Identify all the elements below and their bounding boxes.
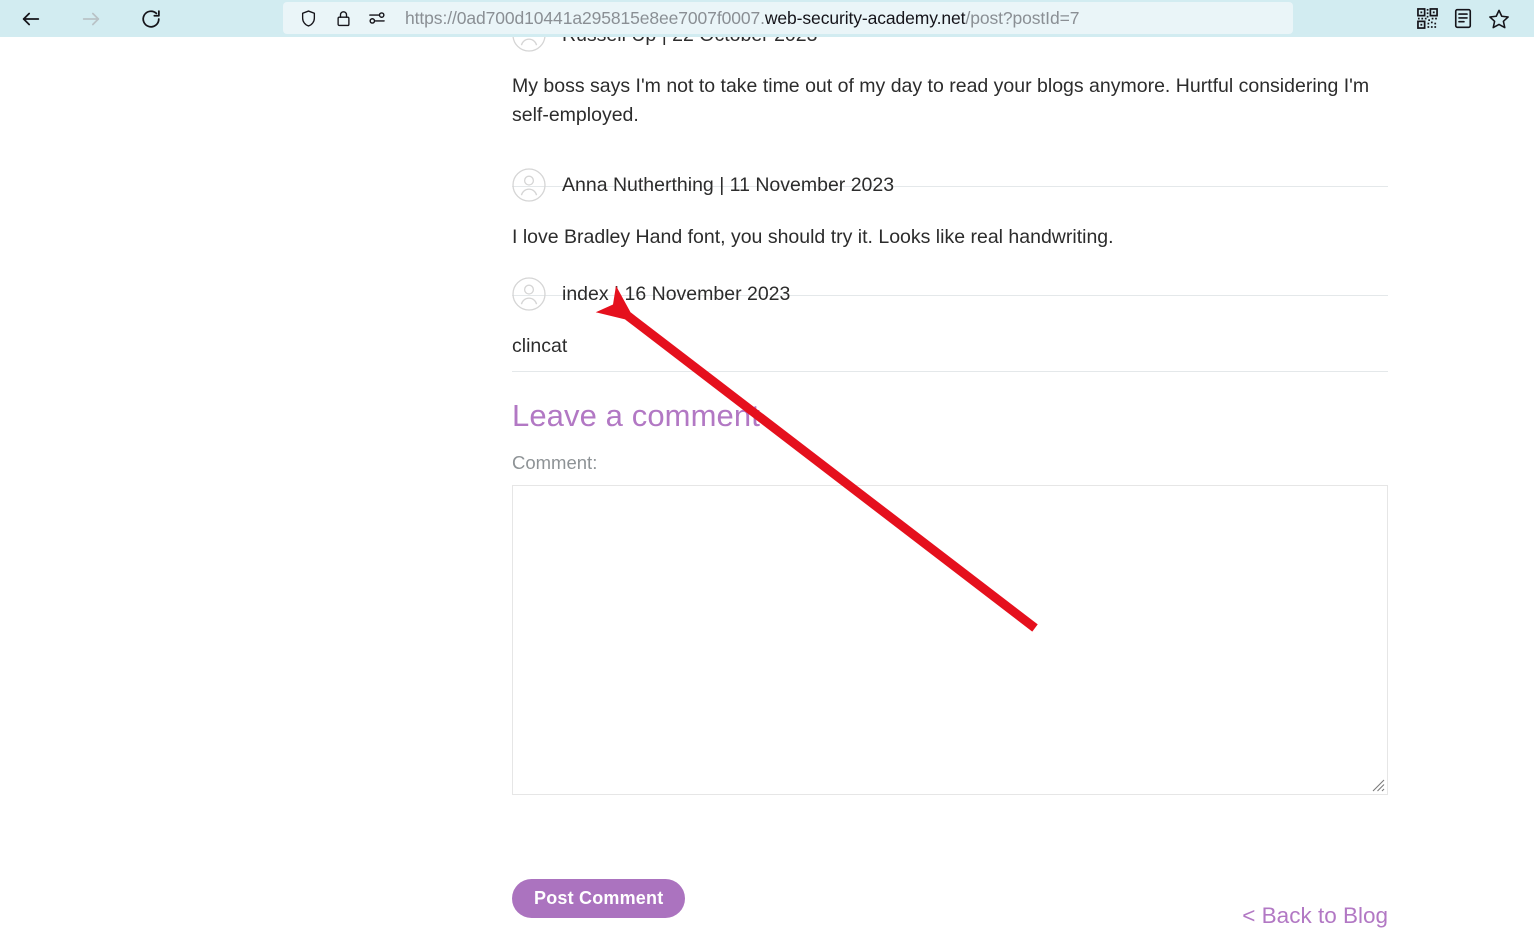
address-bar[interactable]: https://0ad700d10441a295815e8ee7007f0007…: [283, 2, 1293, 34]
forward-arrow-icon: [82, 12, 100, 25]
reload-button[interactable]: [132, 4, 170, 34]
comment-item: Anna Nutherthing | 11 November 2023 I lo…: [512, 165, 1388, 252]
user-avatar-icon: [512, 168, 546, 202]
shield-icon[interactable]: [295, 5, 321, 31]
comment-meta: Russell Up | 22 October 2023: [562, 37, 817, 47]
leave-comment-heading: Leave a comment: [512, 398, 760, 433]
permissions-icon-glyph: [369, 12, 385, 24]
user-avatar-icon: [512, 37, 546, 52]
toolbar-right-icons: [1410, 0, 1534, 37]
comment-meta: Anna Nutherthing | 11 November 2023: [562, 173, 895, 196]
back-to-blog-link[interactable]: < Back to Blog: [1242, 903, 1388, 929]
url-domain: web-security-academy.net: [764, 7, 966, 28]
comment-input[interactable]: [512, 485, 1388, 795]
user-avatar-icon-glyph: [512, 37, 546, 52]
forward-button[interactable]: [72, 4, 110, 34]
url-scheme: https://: [405, 7, 457, 28]
post-comment-button[interactable]: Post Comment: [512, 879, 686, 918]
comment-form: Leave a comment Comment: Post Comment: [512, 397, 1388, 918]
comment-header: Russell Up | 22 October 2023: [512, 37, 1388, 55]
user-avatar-icon-glyph: [512, 277, 546, 311]
comment-meta: index | 16 November 2023: [562, 282, 791, 305]
permissions-icon[interactable]: [364, 5, 390, 31]
lock-icon[interactable]: [330, 5, 356, 31]
reader-mode-icon[interactable]: [1446, 4, 1480, 34]
qr-code-icon[interactable]: [1410, 4, 1444, 34]
comment-body: clincat: [512, 335, 568, 357]
url-path: /post?postId=7: [965, 7, 1080, 28]
comment-textarea-wrapper: [512, 485, 1388, 795]
comment-header: index | 16 November 2023: [512, 274, 1388, 314]
qr-code-icon-glyph: [1416, 8, 1438, 29]
comment-body: My boss says I'm not to take time out of…: [512, 75, 1370, 126]
comment-field-label: Comment:: [512, 452, 598, 473]
bookmark-star-icon[interactable]: [1482, 4, 1516, 34]
comment-divider: [512, 371, 1388, 372]
url-subdomain: 0ad700d10441a295815e8ee7007f0007.: [456, 7, 765, 28]
page-viewport: Russell Up | 22 October 2023 My boss say…: [0, 37, 1534, 943]
comment-header: Anna Nutherthing | 11 November 2023: [512, 165, 1388, 205]
reload-icon: [142, 9, 160, 28]
reader-mode-icon-glyph: [1454, 8, 1472, 29]
url-text: https://0ad700d10441a295815e8ee7007f0007…: [405, 8, 1079, 29]
back-arrow-icon: [22, 12, 40, 25]
user-avatar-icon-glyph: [512, 168, 546, 202]
bookmark-star-icon-glyph: [1489, 9, 1509, 28]
user-avatar-icon: [512, 277, 546, 311]
lock-icon-glyph: [336, 10, 350, 26]
comment-item: index | 16 November 2023 clincat: [512, 274, 1388, 361]
comment-body: I love Bradley Hand font, you should try…: [512, 226, 1114, 248]
browser-toolbar: https://0ad700d10441a295815e8ee7007f0007…: [0, 0, 1534, 37]
comment-item: Russell Up | 22 October 2023 My boss say…: [512, 37, 1388, 129]
shield-icon-glyph: [301, 9, 315, 27]
back-button[interactable]: [12, 4, 50, 34]
